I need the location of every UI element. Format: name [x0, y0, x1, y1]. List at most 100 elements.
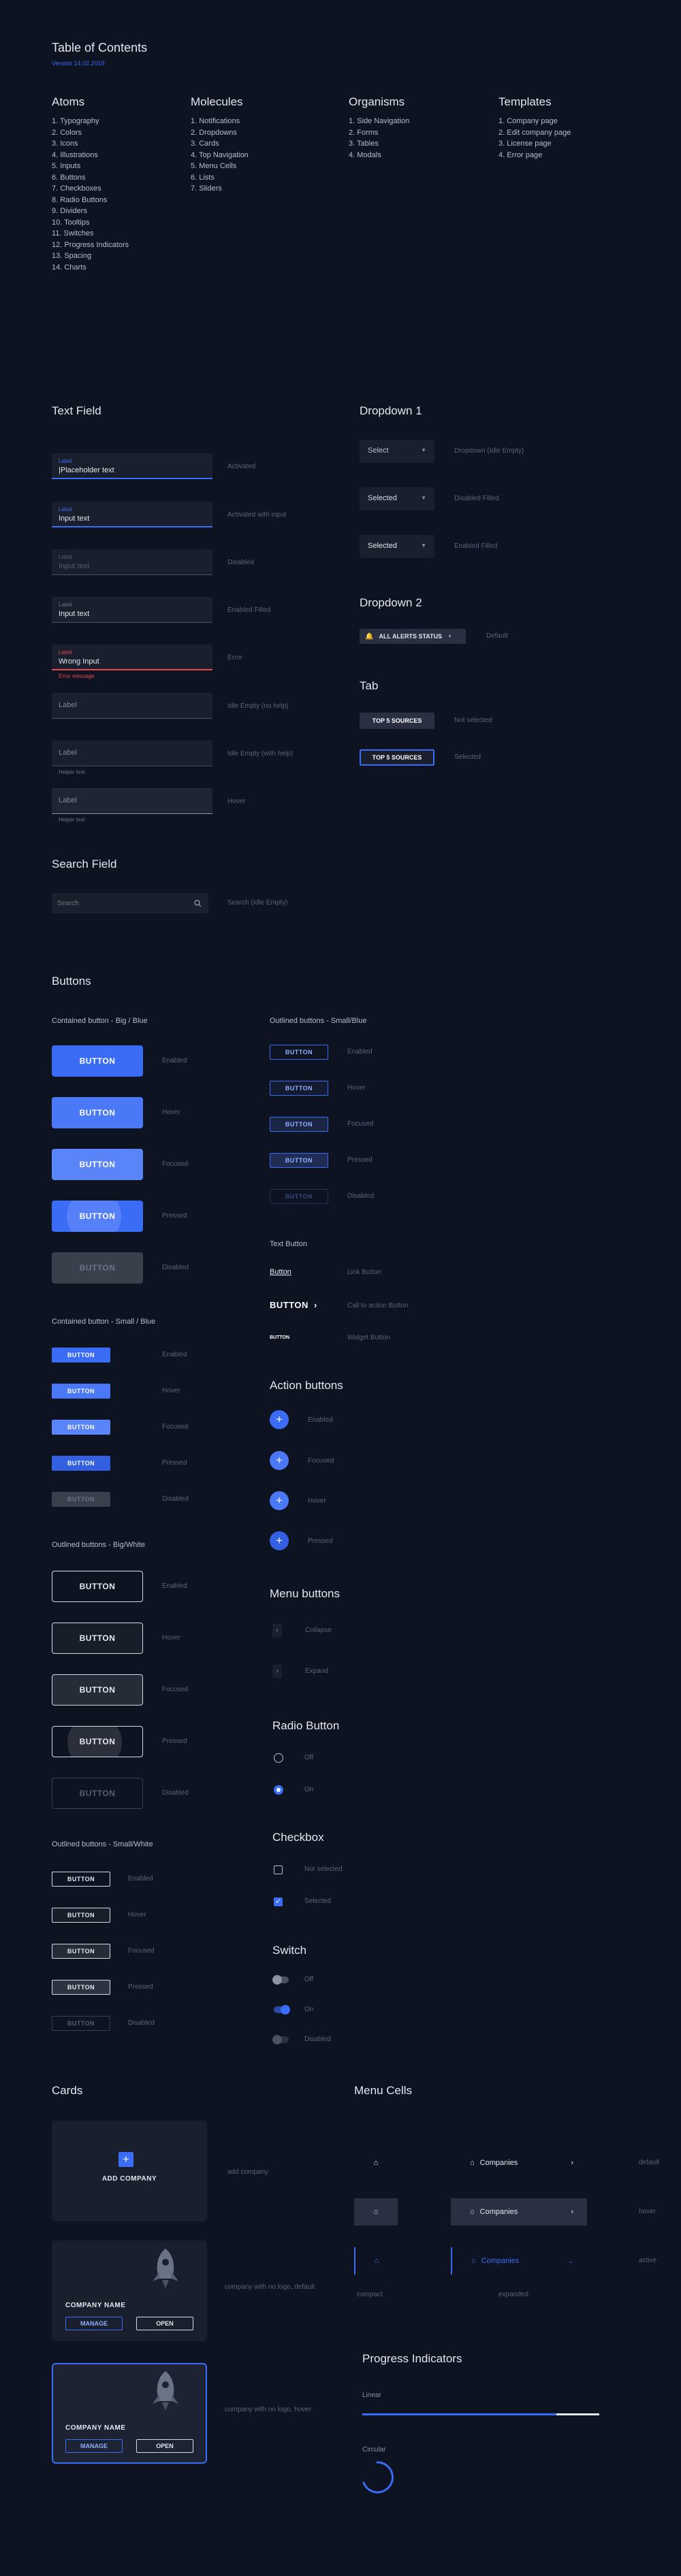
text-field-filled[interactable]: Label Input text: [52, 597, 212, 623]
collapse-button[interactable]: ‹: [272, 1624, 282, 1637]
outlined-small-blue-hover[interactable]: BUTTON: [270, 1081, 328, 1096]
toc-link[interactable]: 2. Edit company page: [498, 127, 571, 139]
outlined-big-button-enabled[interactable]: BUTTON: [52, 1571, 143, 1602]
contained-small-button-pressed[interactable]: BUTTON: [52, 1456, 110, 1471]
toc-link[interactable]: 1. Company page: [498, 116, 571, 127]
toc-link[interactable]: 7. Sliders: [191, 183, 249, 195]
toc-link[interactable]: 1. Typography: [52, 116, 129, 127]
toc-link[interactable]: 4. Illustrations: [52, 150, 129, 161]
toc-link[interactable]: 13. Spacing: [52, 250, 129, 262]
text-field-error[interactable]: Label Wrong Input: [52, 645, 212, 670]
toc-link[interactable]: 4. Top Navigation: [191, 150, 249, 161]
contained-big-button-pressed[interactable]: BUTTON: [52, 1201, 143, 1232]
toc-link[interactable]: 14. Charts: [52, 262, 129, 274]
call-to-action-button[interactable]: BUTTON ›: [270, 1300, 317, 1310]
menu-cell-compact-active[interactable]: ⌂: [354, 2247, 398, 2275]
contained-big-button-hover[interactable]: BUTTON: [52, 1097, 143, 1128]
outlined-small-white-disabled: BUTTON: [52, 2016, 110, 2031]
text-field-idle-help[interactable]: Label: [52, 740, 212, 766]
outlined-small-white-pressed[interactable]: BUTTON: [52, 1980, 110, 1995]
action-button-focused[interactable]: +: [270, 1451, 289, 1470]
link-button[interactable]: Button: [270, 1268, 291, 1276]
open-button[interactable]: OPEN: [136, 2317, 193, 2330]
action-button-pressed[interactable]: +: [270, 1531, 289, 1550]
toc-link[interactable]: 3. Icons: [52, 138, 129, 150]
radio-off[interactable]: [274, 1753, 283, 1763]
state-caption: Pressed: [347, 1156, 373, 1164]
contained-small-button-focused[interactable]: BUTTON: [52, 1420, 110, 1435]
add-company-card[interactable]: + ADD COMPANY: [52, 2121, 207, 2221]
widget-button[interactable]: BUTTON: [270, 1335, 289, 1340]
home-icon: ⌂: [470, 2159, 475, 2167]
menu-cell-label: Companies: [481, 2257, 520, 2265]
toc-link[interactable]: 6. Buttons: [52, 172, 129, 184]
contained-big-button-enabled[interactable]: BUTTON: [52, 1045, 143, 1077]
toc-link[interactable]: 3. Cards: [191, 138, 249, 150]
outlined-small-blue-enabled[interactable]: BUTTON: [270, 1045, 328, 1060]
toc-link[interactable]: 4. Modals: [349, 150, 409, 161]
menu-cell-compact-default[interactable]: ⌂: [354, 2149, 398, 2176]
toc-link[interactable]: 6. Lists: [191, 172, 249, 184]
radio-on[interactable]: [274, 1785, 283, 1795]
outlined-small-blue-focused[interactable]: BUTTON: [270, 1117, 328, 1132]
toc-link[interactable]: 12. Progress Indicators: [52, 240, 129, 251]
checkbox-checked[interactable]: ✓: [274, 1897, 283, 1906]
contained-small-button-hover[interactable]: BUTTON: [52, 1384, 110, 1399]
toc-link[interactable]: 1. Notifications: [191, 116, 249, 127]
manage-button[interactable]: MANAGE: [65, 2439, 123, 2453]
company-card-hover[interactable]: COMPANY NAME MANAGE OPEN: [52, 2363, 207, 2464]
toc-link[interactable]: 5. Inputs: [52, 161, 129, 172]
manage-button[interactable]: MANAGE: [65, 2317, 123, 2330]
toc-link[interactable]: 5. Menu Cells: [191, 161, 249, 172]
action-button-hover[interactable]: +: [270, 1491, 289, 1510]
contained-small-button-enabled[interactable]: BUTTON: [52, 1348, 110, 1363]
linear-progress-fill: [362, 2413, 557, 2415]
search-input[interactable]: [57, 898, 180, 909]
toc-link[interactable]: 3. Tables: [349, 138, 409, 150]
outlined-small-white-focused[interactable]: BUTTON: [52, 1944, 110, 1959]
text-field-idle[interactable]: Label: [52, 693, 212, 719]
toc-link[interactable]: 9. Dividers: [52, 206, 129, 217]
toc-column-title: Organisms: [349, 95, 405, 108]
toc-link[interactable]: 1. Side Navigation: [349, 116, 409, 127]
toc-link[interactable]: 8. Radio Buttons: [52, 195, 129, 206]
toc-link[interactable]: 2. Colors: [52, 127, 129, 139]
expand-button[interactable]: ›: [272, 1665, 282, 1678]
switch-off[interactable]: [272, 1975, 289, 1985]
company-card-default[interactable]: COMPANY NAME MANAGE OPEN: [52, 2240, 207, 2341]
toc-link[interactable]: 2. Forms: [349, 127, 409, 139]
tab-not-selected[interactable]: TOP 5 SOURCES: [360, 713, 434, 729]
action-button-enabled[interactable]: +: [270, 1410, 289, 1429]
state-caption: Focused: [128, 1947, 155, 1955]
dropdown-idle[interactable]: Select ▼: [360, 440, 434, 463]
menu-cell-expanded-active[interactable]: ⌂ Companies ⌄: [451, 2247, 587, 2275]
outlined-big-button-focused[interactable]: BUTTON: [52, 1674, 143, 1706]
dropdown-enabled[interactable]: Selected ▼: [360, 535, 434, 558]
switch-on[interactable]: [274, 2005, 290, 2015]
outlined-small-white-hover[interactable]: BUTTON: [52, 1908, 110, 1923]
checkbox-unchecked[interactable]: [274, 1865, 283, 1874]
menu-cell-expanded-hover[interactable]: ⌂ Companies ›: [451, 2198, 587, 2226]
toc-link[interactable]: 10. Tooltips: [52, 217, 129, 229]
toc-link[interactable]: 2. Dropdowns: [191, 127, 249, 139]
outlined-big-button-pressed[interactable]: BUTTON: [52, 1726, 143, 1757]
toc-link[interactable]: 11. Switches: [52, 228, 129, 240]
search-field[interactable]: [52, 893, 208, 913]
open-button[interactable]: OPEN: [136, 2439, 193, 2453]
alerts-status-dropdown[interactable]: 🔔 ALL ALERTS STATUS ▼: [360, 629, 466, 644]
outlined-small-white-enabled[interactable]: BUTTON: [52, 1872, 110, 1887]
toc-link[interactable]: 3. License page: [498, 138, 571, 150]
menu-cell-compact-hover[interactable]: ⌂: [354, 2198, 398, 2226]
outlined-big-button-hover[interactable]: BUTTON: [52, 1623, 143, 1654]
text-field-activated[interactable]: Label |Placeholder text: [52, 453, 212, 479]
text-field-activated-input[interactable]: Label Input text: [52, 502, 212, 527]
contained-big-button-focused[interactable]: BUTTON: [52, 1149, 143, 1180]
search-icon[interactable]: [194, 898, 202, 907]
text-field-hover[interactable]: Label: [52, 788, 212, 814]
menu-cell-expanded-default[interactable]: ⌂ Companies ›: [451, 2149, 587, 2176]
tab-selected[interactable]: TOP 5 SOURCES: [360, 749, 434, 766]
toc-link[interactable]: 7. Checkboxes: [52, 183, 129, 195]
toc-column-organisms: Organisms 1. Side Navigation 2. Forms 3.…: [349, 95, 409, 161]
outlined-small-blue-pressed[interactable]: BUTTON: [270, 1153, 328, 1168]
toc-link[interactable]: 4. Error page: [498, 150, 571, 161]
